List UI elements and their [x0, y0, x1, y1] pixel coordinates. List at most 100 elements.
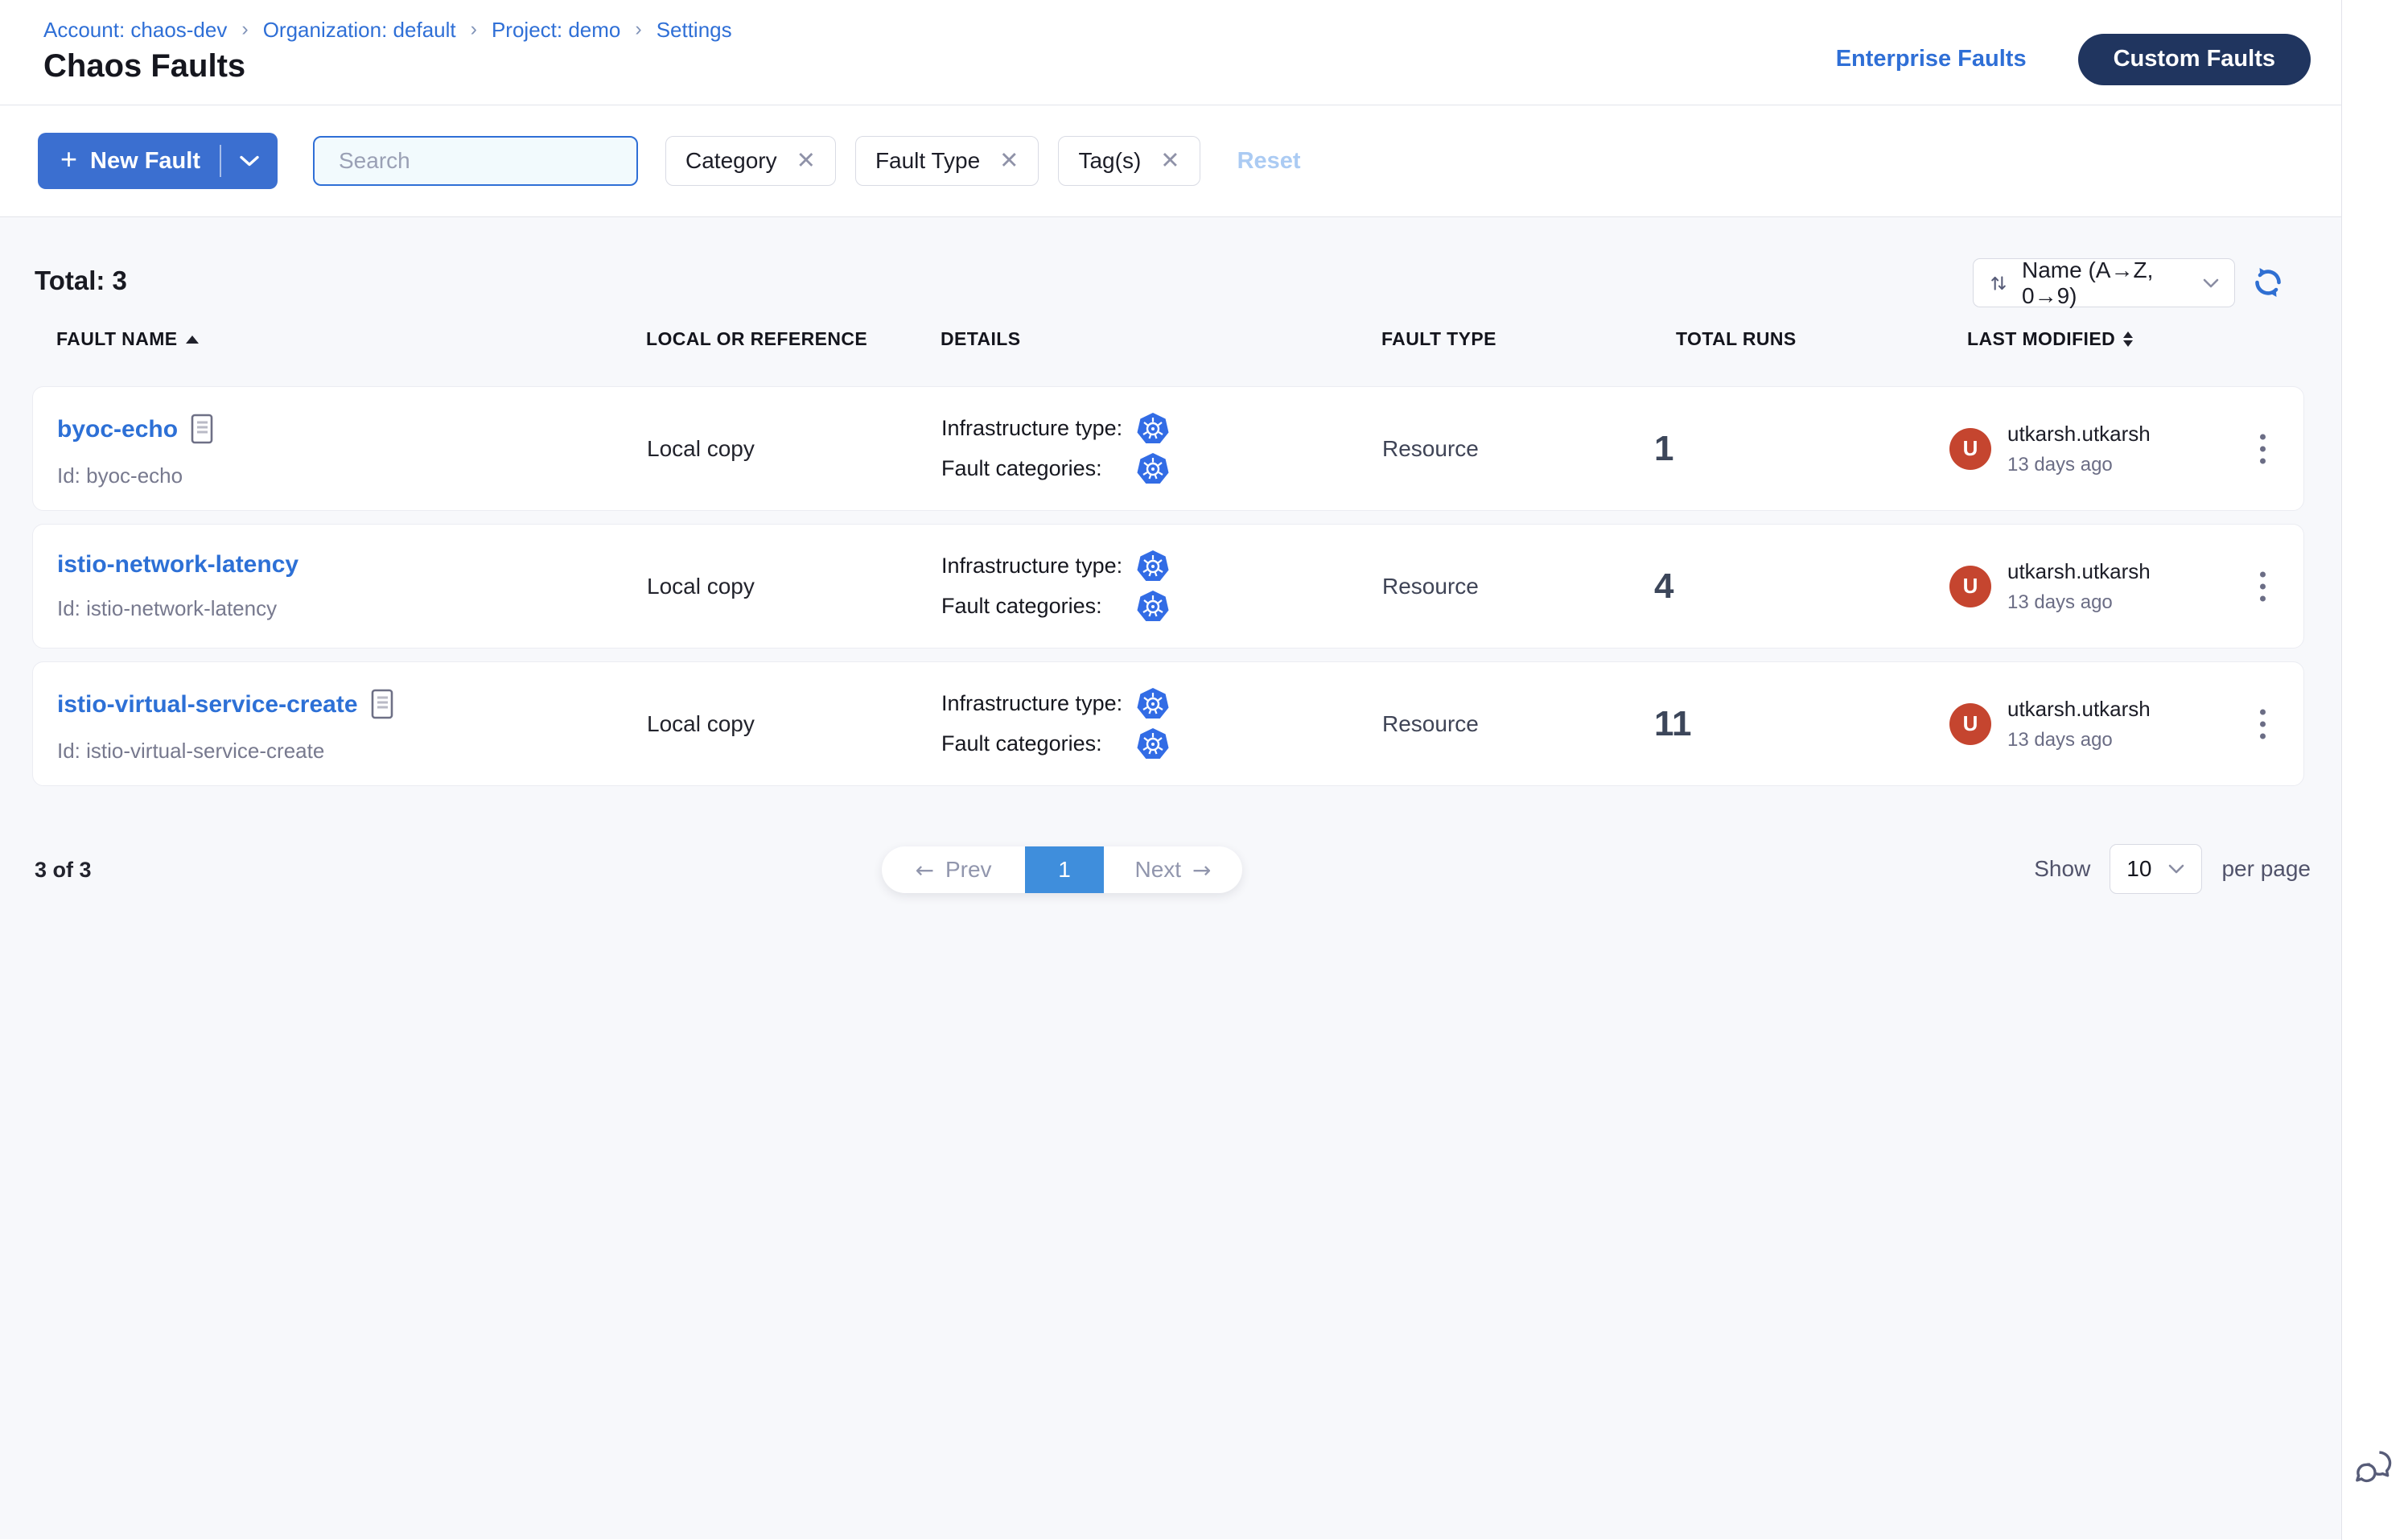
search-box	[313, 136, 638, 186]
chevron-down-icon	[2202, 278, 2220, 289]
close-icon[interactable]: ✕	[797, 150, 816, 173]
row-menu-button[interactable]	[2252, 426, 2274, 471]
sort-select[interactable]: Name (A→Z, 0→9)	[1973, 258, 2235, 307]
content-area: Total: 3 Name (A→Z, 0→9) FAULT NAME	[0, 217, 2341, 1539]
row-menu-button[interactable]	[2252, 563, 2274, 609]
manifest-doc-icon	[371, 689, 395, 721]
avatar: U	[1949, 703, 1991, 745]
modified-time: 13 days ago	[2007, 454, 2151, 476]
filter-chip-fault-type[interactable]: Fault Type ✕	[855, 136, 1039, 186]
chevron-down-icon	[2167, 863, 2185, 875]
kubernetes-icon	[1136, 412, 1170, 446]
close-icon[interactable]: ✕	[999, 150, 1019, 173]
breadcrumb-separator: ›	[471, 18, 477, 41]
show-label: Show	[2034, 856, 2090, 882]
next-page-button[interactable]: Next →	[1104, 846, 1242, 893]
last-modified-cell: U utkarsh.utkarsh 13 days ago	[1949, 662, 2151, 785]
prev-page-button[interactable]: ← Prev	[882, 846, 1025, 893]
fault-name-link[interactable]: istio-virtual-service-create	[57, 689, 395, 721]
new-fault-dropdown-button[interactable]	[221, 133, 278, 189]
breadcrumb-settings[interactable]: Settings	[657, 18, 732, 43]
breadcrumb: Account: chaos-dev › Organization: defau…	[43, 18, 732, 43]
fault-name-cell: istio-virtual-service-create Id: istio-v…	[57, 689, 395, 764]
kubernetes-icon	[1136, 590, 1170, 624]
modified-by: utkarsh.utkarsh	[2007, 422, 2151, 447]
feedback-chat-button[interactable]	[2353, 1448, 2395, 1491]
chip-label: Fault Type	[875, 148, 980, 174]
fault-name-link[interactable]: byoc-echo	[57, 414, 215, 446]
filter-chip-tags[interactable]: Tag(s) ✕	[1058, 136, 1200, 186]
infrastructure-type-label: Infrastructure type:	[941, 416, 1136, 441]
arrow-right-icon: →	[1192, 857, 1211, 883]
column-header-details: DETAILS	[941, 328, 1020, 350]
fault-row[interactable]: byoc-echo Id: byoc-echo Local copy Infra…	[32, 386, 2304, 511]
details-cell: Infrastructure type: Fault categories:	[941, 412, 1170, 486]
close-icon[interactable]: ✕	[1160, 150, 1179, 173]
search-input[interactable]	[335, 148, 629, 174]
page-header: Account: chaos-dev › Organization: defau…	[0, 0, 2341, 105]
avatar: U	[1949, 566, 1991, 607]
column-header-fault-name[interactable]: FAULT NAME	[56, 328, 199, 350]
row-menu-button[interactable]	[2252, 701, 2274, 747]
manifest-doc-icon	[191, 414, 215, 446]
sort-select-value: Name (A→Z, 0→9)	[2022, 257, 2189, 309]
reset-filters-button[interactable]: Reset	[1237, 148, 1301, 175]
column-header-local-or-reference: LOCAL OR REFERENCE	[646, 328, 867, 350]
pagination-summary: 3 of 3	[35, 846, 92, 893]
fault-categories-label: Fault categories:	[941, 731, 1136, 756]
main-area: Account: chaos-dev › Organization: defau…	[0, 0, 2341, 1540]
modified-time: 13 days ago	[2007, 591, 2151, 614]
plus-icon: +	[60, 145, 77, 174]
pagination-row: 3 of 3 ← Prev 1 Next → Show 10 per page	[0, 846, 2341, 896]
fault-row[interactable]: istio-network-latency Id: istio-network-…	[32, 524, 2304, 649]
modified-by: utkarsh.utkarsh	[2007, 559, 2151, 584]
chevron-down-icon	[239, 154, 260, 167]
pagination: ← Prev 1 Next →	[882, 846, 1242, 893]
breadcrumb-account[interactable]: Account: chaos-dev	[43, 18, 227, 43]
breadcrumb-separator: ›	[241, 18, 248, 41]
sort-both-icon	[2123, 331, 2133, 347]
column-header-last-modified[interactable]: LAST MODIFIED	[1967, 328, 2133, 350]
page-size-value: 10	[2126, 856, 2151, 882]
kubernetes-icon	[1136, 550, 1170, 583]
chip-label: Category	[685, 148, 777, 174]
fault-name-cell: byoc-echo Id: byoc-echo	[57, 414, 215, 488]
last-modified-cell: U utkarsh.utkarsh 13 days ago	[1949, 525, 2151, 648]
filter-chip-category[interactable]: Category ✕	[665, 136, 836, 186]
new-fault-label: New Fault	[90, 148, 200, 175]
fault-name-link[interactable]: istio-network-latency	[57, 551, 298, 579]
total-runs-cell: 11	[1654, 662, 1692, 785]
fault-categories-label: Fault categories:	[941, 456, 1136, 481]
breadcrumb-project[interactable]: Project: demo	[492, 18, 620, 43]
infrastructure-type-label: Infrastructure type:	[941, 691, 1136, 716]
last-modified-cell: U utkarsh.utkarsh 13 days ago	[1949, 387, 2151, 510]
page-1-button[interactable]: 1	[1025, 846, 1104, 893]
local-or-reference-cell: Local copy	[647, 525, 755, 648]
total-runs-cell: 4	[1654, 525, 1673, 648]
kubernetes-icon	[1136, 727, 1170, 761]
modified-by: utkarsh.utkarsh	[2007, 697, 2151, 722]
fault-row[interactable]: istio-virtual-service-create Id: istio-v…	[32, 661, 2304, 786]
custom-faults-button[interactable]: Custom Faults	[2078, 34, 2311, 85]
total-runs-cell: 1	[1654, 387, 1673, 510]
sort-arrows-icon	[1988, 273, 2009, 294]
page-size-select[interactable]: 10	[2110, 844, 2202, 894]
table-header-row: FAULT NAME LOCAL OR REFERENCE DETAILS FA…	[0, 328, 2341, 356]
chat-bubbles-icon	[2353, 1448, 2395, 1487]
right-gutter	[2341, 0, 2404, 1540]
local-or-reference-cell: Local copy	[647, 387, 755, 510]
page-title: Chaos Faults	[43, 48, 245, 84]
fault-type-cell: Resource	[1382, 387, 1479, 510]
enterprise-faults-link[interactable]: Enterprise Faults	[1836, 46, 2027, 72]
new-fault-button[interactable]: + New Fault	[38, 133, 220, 189]
modified-time: 13 days ago	[2007, 729, 2151, 751]
total-count: Total: 3	[35, 266, 127, 296]
fault-type-cell: Resource	[1382, 525, 1479, 648]
fault-list: byoc-echo Id: byoc-echo Local copy Infra…	[32, 386, 2304, 799]
breadcrumb-organization[interactable]: Organization: default	[263, 18, 456, 43]
per-page-label: per page	[2221, 856, 2311, 882]
fault-id: Id: istio-virtual-service-create	[57, 739, 395, 764]
page-size-control: Show 10 per page	[2034, 844, 2311, 894]
refresh-button[interactable]	[2252, 266, 2284, 303]
toolbar: + New Fault Category ✕ Fault Type ✕ T	[0, 105, 2341, 217]
